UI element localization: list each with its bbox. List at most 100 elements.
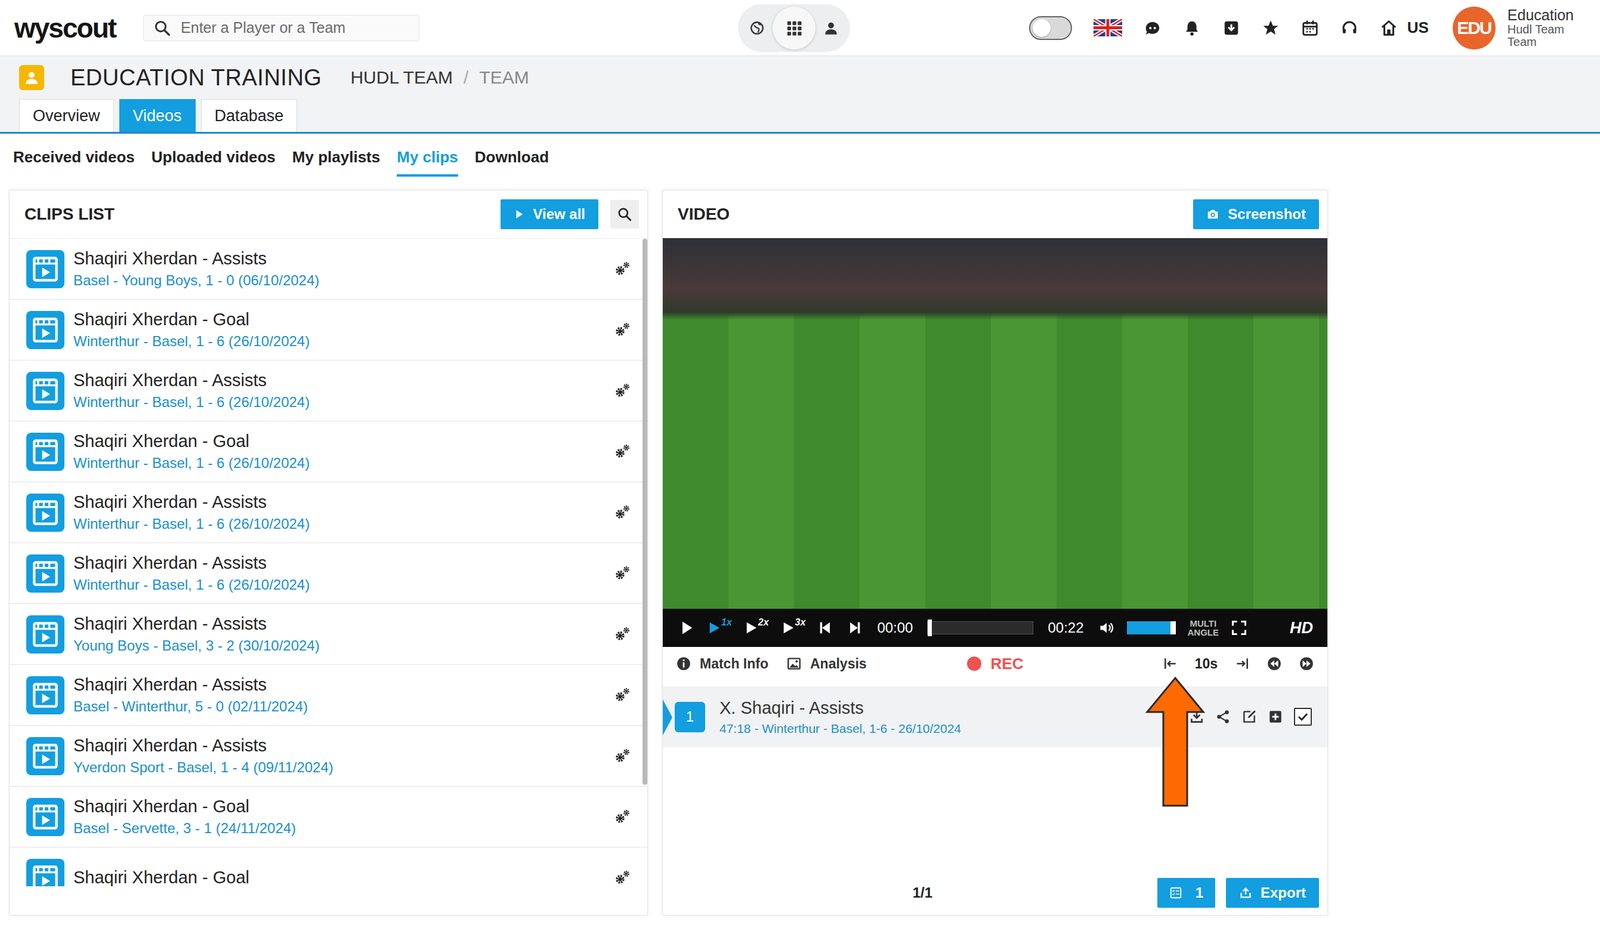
previous-icon[interactable]: [817, 619, 835, 636]
feedback-icon[interactable]: [1143, 19, 1162, 37]
breadcrumb-item[interactable]: TEAM: [479, 67, 529, 88]
speed-button[interactable]: 3x: [780, 619, 806, 636]
clip-row[interactable]: Shaqiri Xherdan - Goal Basel - Servette,…: [9, 786, 648, 848]
play-icon[interactable]: [678, 619, 696, 636]
subtab[interactable]: Received videos: [13, 139, 135, 177]
analysis-button[interactable]: Analysis: [786, 655, 867, 672]
user-menu[interactable]: EDU Education Hudl Team Team: [1452, 6, 1574, 50]
gears-icon[interactable]: [613, 504, 631, 521]
export-button[interactable]: Export: [1225, 877, 1320, 908]
subtab[interactable]: Download: [474, 139, 549, 177]
share-icon[interactable]: [1215, 708, 1231, 725]
clip-match[interactable]: Basel - Servette, 3 - 1 (24/11/2024): [73, 819, 605, 837]
calendar-icon[interactable]: [1301, 19, 1320, 37]
user-org: Hudl Team: [1507, 23, 1574, 36]
gears-icon[interactable]: [613, 747, 631, 765]
gears-icon[interactable]: [613, 808, 631, 826]
fullscreen-icon[interactable]: [1230, 619, 1248, 636]
current-time: 00:00: [876, 619, 913, 636]
progress-handle[interactable]: [927, 619, 932, 636]
clip-match[interactable]: Basel - Young Boys, 1 - 0 (06/10/2024): [73, 272, 605, 289]
theme-toggle[interactable]: [1029, 16, 1073, 40]
video-frame[interactable]: [662, 238, 1328, 609]
speed-label: 3x: [795, 616, 806, 628]
clip-row[interactable]: Shaqiri Xherdan - Assists Winterthur - B…: [9, 360, 648, 422]
playlist-clip[interactable]: 1 X. Shaqiri - Assists 47:18 - Winterthu…: [662, 686, 1328, 747]
clip-match[interactable]: Winterthur - Basel, 1 - 6 (26/10/2024): [73, 515, 605, 533]
tabs: OverviewVideosDatabase: [19, 99, 1581, 132]
video-subtabs: Received videos Uploaded videos My playlis…: [0, 133, 1600, 177]
volume-slider[interactable]: [1126, 621, 1176, 635]
screenshot-button[interactable]: Screenshot: [1193, 199, 1320, 230]
breadcrumb-item[interactable]: HUDL TEAM: [350, 67, 453, 88]
search-input[interactable]: [179, 18, 410, 37]
clip-row[interactable]: Shaqiri Xherdan - Assists Young Boys - B…: [9, 603, 648, 665]
selected-count-button[interactable]: 1: [1157, 877, 1216, 908]
multi-angle-button[interactable]: MULTI ANGLE: [1187, 618, 1220, 637]
headset-icon[interactable]: [1340, 19, 1359, 37]
tab[interactable]: Database: [201, 99, 298, 132]
tab[interactable]: Overview: [19, 99, 114, 132]
clip-match[interactable]: Winterthur - Basel, 1 - 6 (26/10/2024): [73, 332, 605, 350]
gears-icon[interactable]: [613, 321, 631, 339]
clip-match[interactable]: Winterthur - Basel, 1 - 6 (26/10/2024): [73, 393, 605, 411]
tab[interactable]: Videos: [119, 99, 196, 132]
top-bar-left: wyscout: [14, 11, 738, 45]
gears-icon[interactable]: [613, 564, 631, 582]
app-switch-button[interactable]: [772, 6, 816, 50]
speed-button[interactable]: 1x: [706, 619, 732, 636]
app-switch-button[interactable]: [819, 16, 843, 40]
subtab[interactable]: Uploaded videos: [151, 139, 276, 177]
clip-match[interactable]: Winterthur - Basel, 1 - 6 (26/10/2024): [73, 576, 605, 593]
clip-match[interactable]: Winterthur - Basel, 1 - 6 (26/10/2024): [73, 454, 605, 472]
trim-start-icon[interactable]: [1162, 655, 1179, 672]
search-box[interactable]: [143, 14, 420, 42]
search-clips-button[interactable]: [610, 199, 639, 229]
gears-icon[interactable]: [613, 382, 631, 400]
gears-icon[interactable]: [613, 686, 631, 704]
gears-icon[interactable]: [613, 443, 631, 460]
record-button[interactable]: REC: [967, 654, 1024, 673]
download-box-icon[interactable]: [1222, 19, 1241, 37]
app-switch-button[interactable]: [745, 16, 769, 40]
star-icon[interactable]: [1261, 19, 1280, 37]
bell-icon[interactable]: [1182, 19, 1201, 37]
add-icon[interactable]: [1267, 708, 1284, 725]
clip-match[interactable]: Basel - Winterthur, 5 - 0 (02/11/2024): [73, 697, 605, 715]
home-region[interactable]: US: [1379, 18, 1429, 37]
clip-row[interactable]: Shaqiri Xherdan - Goal Winterthur - Base…: [9, 421, 648, 483]
trim-end-icon[interactable]: [1234, 655, 1250, 672]
edit-icon[interactable]: [1241, 708, 1257, 725]
next-icon[interactable]: [845, 619, 863, 636]
clip-match[interactable]: Yverdon Sport - Basel, 1 - 4 (09/11/2024…: [73, 758, 605, 776]
panel-header: VIDEO Screenshot: [662, 190, 1328, 239]
volume-icon[interactable]: [1098, 619, 1115, 636]
view-all-button[interactable]: View all: [500, 199, 599, 230]
forward-icon[interactable]: [1298, 655, 1315, 672]
clip-row[interactable]: Shaqiri Xherdan - Goal: [9, 847, 648, 886]
clip-checkbox[interactable]: [1293, 707, 1312, 726]
gears-icon[interactable]: [613, 625, 631, 643]
progress-bar[interactable]: [927, 621, 1034, 635]
clip-row[interactable]: Shaqiri Xherdan - Assists Yverdon Sport …: [9, 725, 648, 787]
clip-row[interactable]: Shaqiri Xherdan - Assists Winterthur - B…: [9, 482, 648, 543]
rewind-icon[interactable]: [1266, 655, 1283, 672]
clip-match[interactable]: Young Boys - Basel, 3 - 2 (30/10/2024): [73, 637, 605, 654]
subtab[interactable]: My playlists: [292, 139, 381, 177]
uk-flag-icon[interactable]: [1093, 19, 1123, 37]
play-speed-icon: [780, 619, 798, 636]
logo[interactable]: wyscout: [14, 11, 116, 45]
clip-row[interactable]: Shaqiri Xherdan - Assists Basel - Winter…: [9, 664, 648, 726]
clip-text: Shaqiri Xherdan - Goal Winterthur - Base…: [73, 431, 605, 472]
subtab[interactable]: My clips: [396, 139, 459, 177]
gears-icon[interactable]: [613, 869, 631, 886]
hd-button[interactable]: HD: [1289, 618, 1314, 638]
gears-icon[interactable]: [613, 260, 631, 278]
clip-row[interactable]: Shaqiri Xherdan - Goal Winterthur - Base…: [9, 299, 648, 361]
scrollbar[interactable]: [642, 238, 648, 785]
match-info-button[interactable]: Match Info: [675, 655, 769, 672]
speed-button[interactable]: 2x: [743, 619, 769, 636]
step-size[interactable]: 10s: [1194, 655, 1218, 672]
clip-row[interactable]: Shaqiri Xherdan - Assists Winterthur - B…: [9, 542, 648, 604]
clip-row[interactable]: Shaqiri Xherdan - Assists Basel - Young …: [9, 238, 648, 300]
